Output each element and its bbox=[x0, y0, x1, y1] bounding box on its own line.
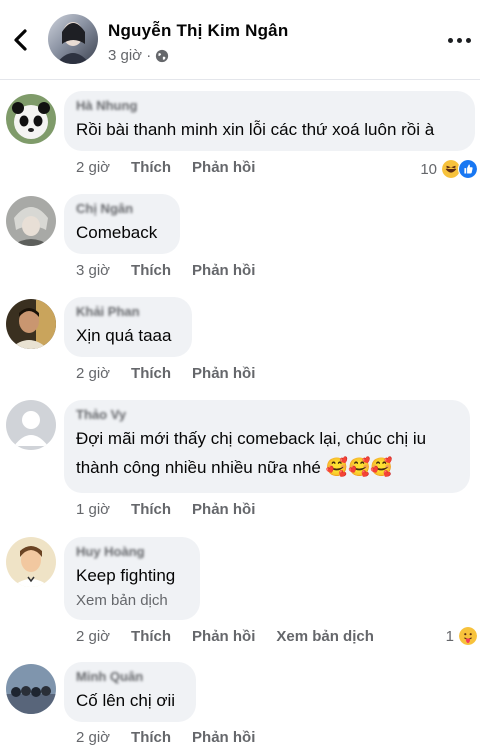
comment-text: thành công nhiều nhiều nữa nhé bbox=[76, 458, 321, 477]
comment-author[interactable]: Khải Phan bbox=[76, 303, 180, 321]
comment-bubble: Minh Quân Cố lên chị ơii bbox=[64, 662, 196, 722]
comment-actions: 2 giờ Thích Phản hồi bbox=[76, 365, 276, 382]
comment-actions: 3 giờ Thích Phản hồi bbox=[76, 262, 276, 279]
commenter-avatar[interactable] bbox=[6, 94, 56, 144]
commenter-avatar[interactable] bbox=[6, 196, 56, 246]
reply-button[interactable]: Phản hồi bbox=[192, 628, 255, 645]
like-button[interactable]: Thích bbox=[131, 159, 171, 176]
comment-text: Cố lên chị ơii bbox=[76, 691, 176, 710]
comment-bubble: Khải Phan Xịn quá taaa bbox=[64, 297, 192, 357]
like-button[interactable]: Thích bbox=[131, 501, 171, 518]
reply-button[interactable]: Phản hồi bbox=[192, 262, 255, 279]
comment-bubble: Hà Nhung Rồi bài thanh minh xin lỗi các … bbox=[64, 91, 475, 151]
globe-icon bbox=[156, 49, 169, 62]
back-arrow-icon[interactable] bbox=[10, 27, 32, 53]
comment-text: Comeback bbox=[76, 223, 158, 242]
reaction-summary[interactable]: 1 bbox=[446, 626, 478, 646]
comment-text: Xịn quá taaa bbox=[76, 326, 172, 345]
comment-text-line1: Đợi mãi mới thấy chị comeback lại, chúc … bbox=[76, 429, 427, 448]
reaction-count: 10 bbox=[420, 160, 437, 178]
reaction-count: 1 bbox=[445, 627, 454, 645]
reply-button[interactable]: Phản hồi bbox=[192, 729, 255, 746]
comment-author[interactable]: Chị Ngân bbox=[76, 200, 168, 218]
post-time: 3 giờ · bbox=[108, 47, 152, 64]
comment-actions: 2 giờ Thích Phản hồi bbox=[76, 729, 276, 746]
like-icon bbox=[458, 159, 478, 179]
smiling-hearts-emoji: 🥰🥰🥰 bbox=[325, 457, 393, 477]
comment-text-line2: thành công nhiều nhiều nữa nhé 🥰🥰🥰 bbox=[76, 453, 458, 482]
reply-button[interactable]: Phản hồi bbox=[192, 501, 255, 518]
comment-time: 1 giờ bbox=[76, 501, 111, 518]
comment-actions: 1 giờ Thích Phản hồi bbox=[76, 501, 276, 518]
post-meta: 3 giờ · bbox=[108, 47, 169, 64]
reaction-summary[interactable]: 10 bbox=[420, 159, 478, 179]
comment-author[interactable]: Thảo Vy bbox=[76, 406, 458, 424]
commenter-avatar[interactable] bbox=[6, 537, 56, 587]
comment-actions: 2 giờ Thích Phản hồi bbox=[76, 159, 276, 176]
comment-time: 2 giờ bbox=[76, 365, 111, 382]
like-button[interactable]: Thích bbox=[131, 628, 171, 645]
comment-author[interactable]: Minh Quân bbox=[76, 668, 184, 686]
comment-time: 2 giờ bbox=[76, 628, 111, 645]
comment-text: Rồi bài thanh minh xin lỗi các thứ xoá l… bbox=[76, 120, 435, 139]
comment-time: 2 giờ bbox=[76, 729, 111, 746]
care-icon bbox=[458, 626, 478, 646]
more-options-icon[interactable] bbox=[447, 30, 473, 50]
like-button[interactable]: Thích bbox=[131, 729, 171, 746]
post-header: Nguyễn Thị Kim Ngân 3 giờ · bbox=[0, 0, 480, 80]
author-avatar[interactable] bbox=[48, 14, 98, 64]
commenter-avatar[interactable] bbox=[6, 664, 56, 714]
reply-button[interactable]: Phản hồi bbox=[192, 365, 255, 382]
see-translation-button[interactable]: Xem bản dịch bbox=[276, 628, 374, 645]
comment-bubble: Thảo Vy Đợi mãi mới thấy chị comeback lạ… bbox=[64, 400, 470, 493]
like-button[interactable]: Thích bbox=[131, 262, 171, 279]
comment-bubble: Chị Ngân Comeback bbox=[64, 194, 180, 254]
see-translation-link[interactable]: Xem bản dịch bbox=[76, 590, 188, 612]
like-button[interactable]: Thích bbox=[131, 365, 171, 382]
commenter-avatar[interactable] bbox=[6, 299, 56, 349]
comment-author[interactable]: Huy Hoàng bbox=[76, 543, 188, 561]
post-author-name[interactable]: Nguyễn Thị Kim Ngân bbox=[108, 21, 288, 41]
comment-actions: 2 giờ Thích Phản hồi Xem bản dịch bbox=[76, 628, 395, 645]
comment-time: 3 giờ bbox=[76, 262, 111, 279]
comment-text: Keep fighting bbox=[76, 566, 176, 585]
comment-bubble: Huy Hoàng Keep fighting Xem bản dịch bbox=[64, 537, 200, 620]
reply-button[interactable]: Phản hồi bbox=[192, 159, 255, 176]
commenter-avatar[interactable] bbox=[6, 400, 56, 450]
comment-time: 2 giờ bbox=[76, 159, 111, 176]
comment-author[interactable]: Hà Nhung bbox=[76, 97, 463, 115]
